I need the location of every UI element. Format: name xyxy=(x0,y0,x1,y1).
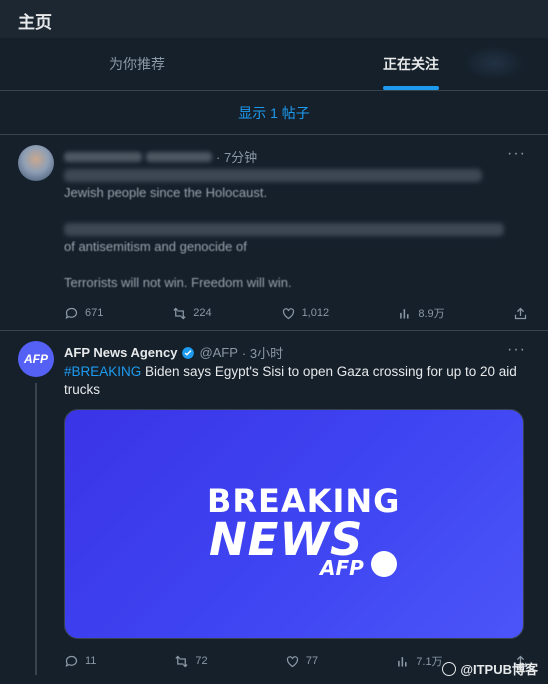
redacted-text xyxy=(64,169,482,182)
tweet-text: #BREAKING Biden says Egypt's Sisi to ope… xyxy=(64,363,524,399)
author-handle[interactable]: @AFP xyxy=(199,345,237,360)
author-name[interactable]: AFP News Agency xyxy=(64,345,177,360)
page-title: 主页 xyxy=(18,13,52,32)
avatar[interactable]: AFP xyxy=(18,341,54,377)
watermark-logo-icon xyxy=(442,661,457,676)
avatar[interactable] xyxy=(18,145,54,181)
retweet-button[interactable]: 72 xyxy=(174,653,214,669)
more-options-icon[interactable]: ··· xyxy=(507,145,526,163)
afp-logo-dot xyxy=(371,551,397,577)
views-icon xyxy=(398,656,407,666)
heart-icon xyxy=(286,655,298,667)
tweet-media-image[interactable]: BREAKING NEWS AFP xyxy=(64,409,524,639)
more-options-icon[interactable]: ··· xyxy=(507,341,526,359)
tweet-header: AFP News Agency @AFP · 3小时 xyxy=(64,343,283,362)
watermark: @ITPUB博客 xyxy=(442,659,538,678)
reply-count: 11 xyxy=(85,655,97,667)
tab-following-label: 正在关注 xyxy=(383,56,439,72)
retweet-count: 224 xyxy=(193,307,212,319)
tweet[interactable]: AFP AFP News Agency @AFP · 3小时 ··· #BREA… xyxy=(0,331,548,684)
tweet-actions: 671 224 1,012 8.9万 xyxy=(64,305,528,321)
views-count: 7.1万 xyxy=(416,656,443,668)
heart-icon xyxy=(282,307,294,319)
share-icon xyxy=(514,307,527,319)
active-tab-indicator xyxy=(383,86,439,90)
tweet-text-fragment: Jewish people since the Holocaust. xyxy=(64,185,268,200)
show-new-posts-button[interactable]: 显示 1 帖子 xyxy=(0,91,548,135)
views-button[interactable]: 7.1万 xyxy=(395,653,443,669)
tweet-time: · 7分钟 xyxy=(216,150,258,165)
afp-logo: AFP xyxy=(320,556,364,580)
tab-following[interactable]: 正在关注 xyxy=(274,38,548,90)
hashtag-link[interactable]: #BREAKING xyxy=(64,364,141,379)
reply-icon xyxy=(65,655,78,667)
share-button[interactable] xyxy=(513,305,528,321)
retweet-button[interactable]: 224 xyxy=(172,305,212,321)
timeline-tabs: 为你推荐 正在关注 xyxy=(0,38,548,91)
redacted-name xyxy=(64,151,142,162)
tweet-text-fragment: of antisemitism and genocide of xyxy=(64,239,247,254)
like-count: 1,012 xyxy=(301,307,330,319)
like-button[interactable]: 1,012 xyxy=(281,305,330,321)
thread-line xyxy=(35,383,37,675)
views-button[interactable]: 8.9万 xyxy=(397,305,445,321)
reply-count: 671 xyxy=(85,307,104,319)
views-icon xyxy=(400,308,409,318)
tweet-text-fragment: Terrorists will not win. Freedom will wi… xyxy=(64,275,292,290)
views-count: 8.9万 xyxy=(418,308,445,320)
reply-button[interactable]: 11 xyxy=(64,653,104,669)
tweet[interactable]: · 7分钟 ··· Jewish people since the Holoca… xyxy=(0,135,548,331)
blurred-region xyxy=(464,46,524,80)
redacted-text xyxy=(64,223,504,236)
tab-for-you-label: 为你推荐 xyxy=(109,56,165,72)
top-bar: 主页 xyxy=(0,0,548,38)
like-button[interactable]: 77 xyxy=(285,653,325,669)
redacted-handle xyxy=(146,151,212,162)
tab-for-you[interactable]: 为你推荐 xyxy=(0,38,274,90)
retweet-count: 72 xyxy=(195,655,208,667)
reply-button[interactable]: 671 xyxy=(64,305,104,321)
tweet-header: · 7分钟 xyxy=(64,147,257,166)
watermark-text: @ITPUB博客 xyxy=(460,662,538,677)
like-count: 77 xyxy=(305,655,319,667)
reply-icon xyxy=(65,307,78,319)
tweet-time: · 3小时 xyxy=(241,346,284,361)
retweet-icon xyxy=(173,307,186,319)
verified-badge-icon xyxy=(182,346,195,359)
retweet-icon xyxy=(175,655,188,667)
